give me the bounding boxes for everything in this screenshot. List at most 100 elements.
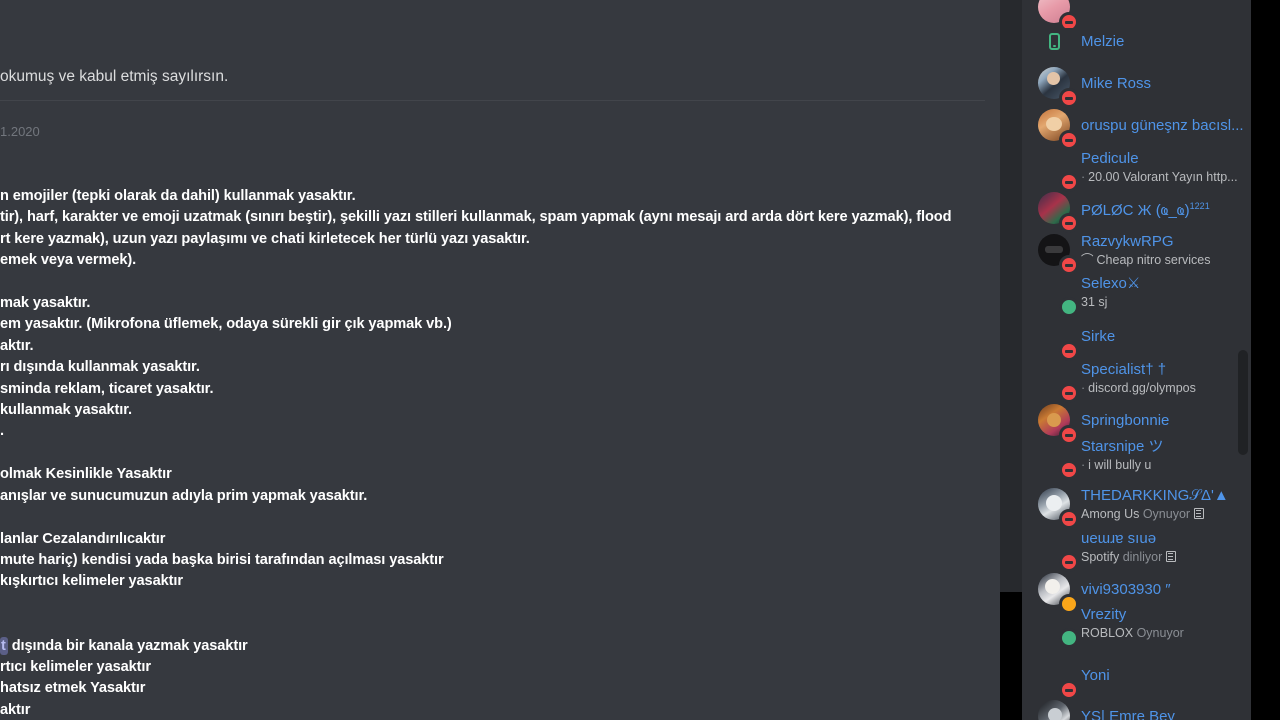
rule-line: rtıcı kelimeler yasaktır — [0, 658, 151, 675]
member-name: THEDARKKING𝒮Δ'▲ — [1081, 487, 1229, 504]
avatar[interactable] — [1038, 404, 1079, 445]
member-list-item[interactable]: Vrezity ROBLOX Oynuyor — [1022, 602, 1251, 648]
member-list-item[interactable]: YS| Emre Bey — [1022, 695, 1251, 720]
member-list-item[interactable]: Specialist† † · discord.gg/olympos — [1022, 357, 1251, 403]
member-activity: ROBLOX Oynuyor — [1081, 625, 1251, 641]
right-black-border — [1251, 0, 1280, 720]
rules-message-body: n emojiler (tepki olarak da dahil) kulla… — [0, 186, 1000, 720]
avatar[interactable] — [1038, 276, 1079, 317]
member-list[interactable]: Melzie Mike Ross oruspu güneşnz bacısl... P… — [1022, 0, 1251, 720]
member-list-item[interactable]: THEDARKKING𝒮Δ'▲ Among Us Oynuyor — [1022, 483, 1251, 529]
avatar[interactable] — [1038, 607, 1079, 648]
member-text-block: vivi9303930 ″ — [1081, 580, 1251, 599]
member-list-item[interactable]: Starsnipe ツ · i will bully u — [1022, 434, 1251, 480]
member-list-gutter-shadow — [1000, 0, 1022, 592]
rule-line: em yasaktır. (Mikrofona üflemek, odaya s… — [0, 316, 452, 333]
activity-bullet-icon: · — [1081, 381, 1086, 395]
member-name-text: ueɯɹɐ sıuǝ — [1081, 530, 1157, 547]
member-activity: · discord.gg/olympos — [1081, 380, 1251, 396]
member-list-item[interactable]: oruspu güneşnz bacısl... — [1022, 104, 1251, 150]
rule-line: rı dışında kullanmak yasaktır. — [0, 359, 200, 376]
member-text-block: Pedicule · 20.00 Valorant Yayın http... — [1081, 149, 1251, 185]
message-timestamp: 1.2020 — [0, 124, 40, 139]
member-list-scrollbar[interactable] — [1238, 350, 1248, 455]
avatar[interactable] — [1038, 573, 1079, 614]
member-list-item[interactable]: RazvykwRPG ⌒ Cheap nitro services — [1022, 229, 1251, 275]
avatar[interactable] — [1038, 192, 1079, 233]
avatar[interactable] — [1038, 439, 1079, 480]
rule-line: aktır. — [0, 337, 34, 354]
rule-line: mute hariç) kendisi yada başka birisi ta… — [0, 551, 444, 568]
member-list-item[interactable]: ueɯɹɐ sıuǝ Spotify dinliyor — [1022, 526, 1251, 572]
rule-line: kışkırtıcı kelimeler yasaktır — [0, 573, 183, 590]
member-name: oruspu güneşnz bacısl... — [1081, 116, 1244, 134]
rich-presence-icon — [1194, 508, 1205, 519]
member-list-item[interactable]: Pedicule · 20.00 Valorant Yayın http... — [1022, 146, 1251, 192]
avatar[interactable] — [1038, 488, 1079, 529]
activity-verb: Oynuyor — [1139, 507, 1191, 521]
activity-text: Spotify — [1081, 550, 1120, 564]
avatar[interactable] — [1038, 531, 1079, 572]
avatar[interactable] — [1038, 151, 1079, 192]
member-text-block: Vrezity ROBLOX Oynuyor — [1081, 605, 1251, 641]
member-text-block: Selexo⚔ 31 sj — [1081, 274, 1251, 310]
member-name: Melzie — [1081, 32, 1125, 50]
member-text-block: THEDARKKING𝒮Δ'▲ Among Us Oynuyor — [1081, 486, 1251, 522]
member-list-item[interactable]: Selexo⚔ 31 sj — [1022, 271, 1251, 317]
activity-verb: Oynuyor — [1133, 626, 1184, 640]
rule-line: anışlar ve sunucumuzun adıyla prim yapma… — [0, 487, 368, 504]
rule-line: lanlar Cezalandırılıcaktır — [0, 530, 166, 547]
member-text-block: Melzie — [1081, 32, 1251, 51]
member-text-block: oruspu güneşnz bacısl... — [1081, 116, 1251, 135]
avatar[interactable] — [1038, 234, 1079, 275]
member-name: Starsnipe ツ — [1081, 438, 1164, 455]
rule-line: olmak Kesinlikle Yasaktır — [0, 466, 172, 483]
avatar[interactable] — [1038, 659, 1079, 700]
member-activity: Among Us Oynuyor — [1081, 506, 1251, 522]
member-list-item[interactable]: Mike Ross — [1022, 62, 1251, 108]
avatar[interactable] — [1038, 700, 1070, 720]
status-indicator-online — [1059, 628, 1079, 648]
member-activity: · i will bully u — [1081, 457, 1251, 473]
rule-line: aktır — [0, 701, 31, 718]
avatar[interactable] — [1038, 67, 1079, 108]
member-list-item[interactable]: Melzie — [1022, 20, 1251, 62]
rule-line: n emojiler (tepki olarak da dahil) kulla… — [0, 188, 356, 204]
activity-bullet-icon: · — [1081, 458, 1086, 472]
rule-line: kullanmak yasaktır. — [0, 402, 132, 419]
avatar[interactable] — [1038, 362, 1079, 403]
member-name: vivi9303930 ″ — [1081, 580, 1171, 598]
activity-text: ROBLOX — [1081, 626, 1134, 640]
rule-line: tir), harf, karakter ve emoji uzatmak (s… — [0, 209, 952, 226]
member-list-item[interactable]: PØLØC Ж (ҩ_ҩ)1221 — [1022, 187, 1251, 233]
discord-window: okumuş ve kabul etmiş sayılırsın. 1.2020… — [0, 0, 1280, 720]
member-name: Vrezity — [1081, 606, 1127, 623]
member-text-block: Sirke — [1081, 327, 1251, 346]
member-text-block: YS| Emre Bey — [1081, 707, 1251, 720]
member-name: ueɯɹɐ sıuǝ — [1081, 529, 1251, 548]
member-activity: · 20.00 Valorant Yayın http... — [1081, 169, 1251, 185]
member-name-superscript: 1221 — [1189, 200, 1210, 211]
member-list-item[interactable]: Sirke — [1022, 315, 1251, 361]
activity-verb: dinliyor — [1119, 550, 1163, 564]
member-activity: ⌒ Cheap nitro services — [1081, 252, 1251, 268]
channel-mention[interactable]: t — [0, 636, 8, 655]
activity-text: 31 sj — [1081, 295, 1108, 309]
rich-presence-icon — [1166, 551, 1177, 562]
member-name: Selexo⚔ — [1081, 275, 1141, 292]
avatar[interactable] — [1038, 320, 1079, 361]
rule-line: emek veya vermek). — [0, 252, 137, 269]
message-divider — [0, 100, 985, 101]
rule-line: . — [0, 423, 4, 440]
rule-line: mak yasaktır. — [0, 295, 91, 312]
member-text-block: Specialist† † · discord.gg/olympos — [1081, 360, 1251, 396]
rule-line: sminda reklam, ticaret yasaktır. — [0, 380, 214, 397]
chat-message-area[interactable]: okumuş ve kabul etmiş sayılırsın. 1.2020… — [0, 0, 1000, 720]
activity-text: 20.00 Valorant Yayın http... — [1088, 170, 1238, 184]
member-list-item[interactable]: Yoni — [1022, 654, 1251, 700]
chat-scroll-container[interactable]: okumuş ve kabul etmiş sayılırsın. 1.2020… — [0, 0, 1000, 720]
member-text-block: ueɯɹɐ sıuǝ Spotify dinliyor — [1081, 529, 1251, 565]
member-activity: 31 sj — [1081, 294, 1251, 310]
activity-bullet-icon: · — [1081, 170, 1086, 184]
avatar[interactable] — [1038, 109, 1079, 150]
